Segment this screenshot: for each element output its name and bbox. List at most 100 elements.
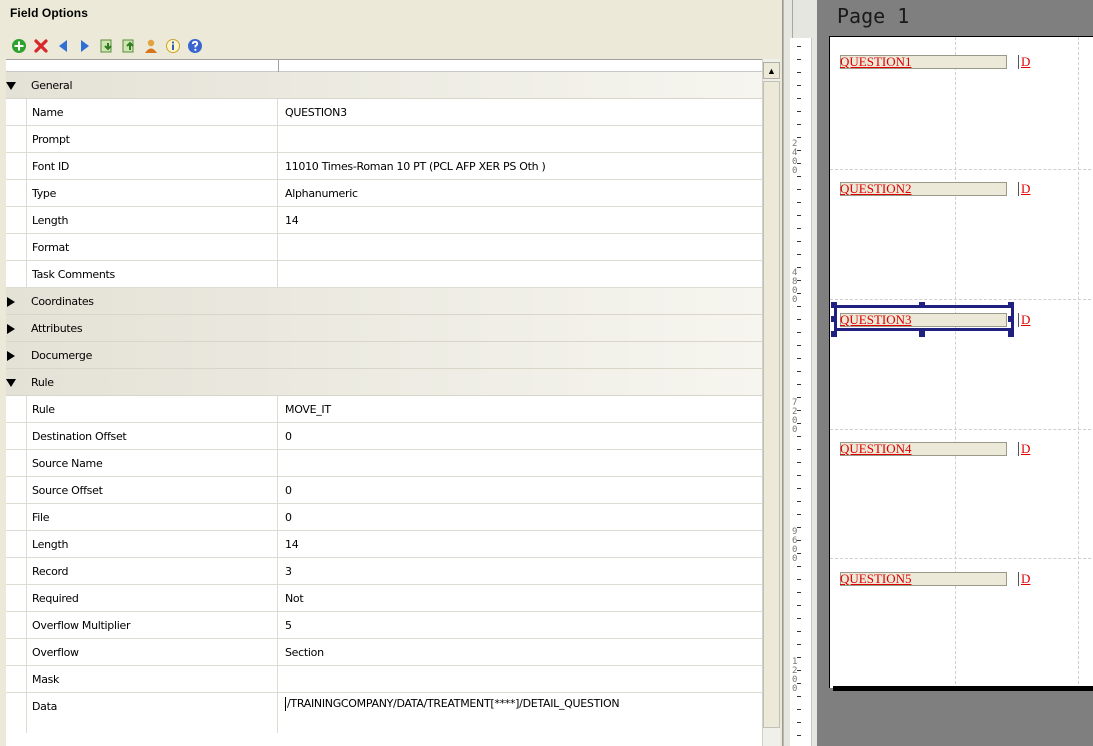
- ruler-tick: [797, 722, 801, 723]
- ruler-tick: [797, 267, 801, 268]
- property-value[interactable]: 3: [278, 558, 762, 585]
- property-value[interactable]: 14: [278, 531, 762, 558]
- property-row[interactable]: Overflow Section: [6, 639, 762, 666]
- property-value[interactable]: [278, 234, 762, 261]
- field-suffix[interactable]: D: [1018, 55, 1030, 69]
- expand-down-icon[interactable]: [6, 81, 16, 91]
- expand-down-icon[interactable]: [6, 378, 16, 388]
- field-label[interactable]: QUESTION5: [840, 572, 912, 586]
- property-row[interactable]: Format: [6, 234, 762, 261]
- property-row[interactable]: Mask: [6, 666, 762, 693]
- property-value[interactable]: 14: [278, 207, 762, 234]
- ruler-tick: [797, 46, 801, 47]
- expand-right-icon[interactable]: [6, 324, 16, 334]
- vertical-scrollbar[interactable]: ▲: [762, 59, 780, 746]
- property-value[interactable]: Section: [278, 639, 762, 666]
- resize-handle[interactable]: [1008, 316, 1014, 322]
- property-row[interactable]: Record 3: [6, 558, 762, 585]
- expand-right-icon[interactable]: [6, 351, 16, 361]
- property-row[interactable]: Destination Offset 0: [6, 423, 762, 450]
- property-row[interactable]: Prompt: [6, 126, 762, 153]
- section-rule[interactable]: Rule: [6, 369, 762, 396]
- field-suffix[interactable]: D: [1018, 442, 1030, 456]
- property-row[interactable]: Name QUESTION3: [6, 99, 762, 126]
- ruler-tick: [797, 215, 801, 216]
- resize-handle[interactable]: [919, 331, 925, 337]
- page-sheet[interactable]: QUESTION1 D QUESTION2 D QUESTION3 D QUES…: [829, 36, 1093, 689]
- field-suffix[interactable]: D: [1018, 313, 1030, 327]
- property-row[interactable]: Source Offset 0: [6, 477, 762, 504]
- field-label[interactable]: QUESTION1: [840, 55, 912, 69]
- property-value[interactable]: Alphanumeric: [278, 180, 762, 207]
- ruler-tick: [797, 306, 801, 307]
- selection-box[interactable]: [834, 305, 1014, 331]
- ruler-tick: [797, 384, 801, 385]
- property-value[interactable]: Not: [278, 585, 762, 612]
- data-path-input[interactable]: /TRAININGCOMPANY/DATA/TREATMENT[****]/DE…: [278, 693, 762, 733]
- property-row[interactable]: Font ID 11010 Times-Roman 10 PT (PCL AFP …: [6, 153, 762, 180]
- field-label[interactable]: QUESTION4: [840, 442, 912, 456]
- ruler-tick: [797, 696, 801, 697]
- resize-handle[interactable]: [831, 331, 837, 337]
- field-suffix[interactable]: D: [1018, 182, 1030, 196]
- property-value[interactable]: MOVE_IT: [278, 396, 762, 423]
- property-value[interactable]: QUESTION3: [278, 99, 762, 126]
- property-row[interactable]: Type Alphanumeric: [6, 180, 762, 207]
- property-name: Name: [26, 99, 278, 126]
- section-attributes[interactable]: Attributes: [6, 315, 762, 342]
- user-icon[interactable]: [142, 37, 160, 55]
- resize-handle[interactable]: [831, 316, 837, 322]
- property-row-data[interactable]: Data /TRAININGCOMPANY/DATA/TREATMENT[***…: [6, 693, 762, 733]
- property-row[interactable]: Source Name: [6, 450, 762, 477]
- move-up-icon[interactable]: [120, 37, 138, 55]
- property-value[interactable]: [278, 261, 762, 288]
- property-value[interactable]: 11010 Times-Roman 10 PT (PCL AFP XER PS …: [278, 153, 762, 180]
- section-general[interactable]: General: [6, 72, 762, 99]
- ruler-tick: [797, 319, 801, 320]
- guide-line: [830, 299, 1093, 300]
- section-documerge[interactable]: Documerge: [6, 342, 762, 369]
- resize-handle[interactable]: [831, 302, 837, 308]
- next-icon[interactable]: [76, 37, 94, 55]
- panel-title: Field Options: [10, 6, 88, 20]
- property-value[interactable]: [278, 666, 762, 693]
- expand-right-icon[interactable]: [6, 297, 16, 307]
- scroll-thumb[interactable]: [763, 81, 780, 728]
- section-label: General: [31, 79, 73, 92]
- previous-icon[interactable]: [54, 37, 72, 55]
- property-name: Font ID: [26, 153, 278, 180]
- property-value[interactable]: 0: [278, 423, 762, 450]
- help-icon[interactable]: [186, 37, 204, 55]
- property-row[interactable]: Required Not: [6, 585, 762, 612]
- resize-handle[interactable]: [919, 302, 925, 308]
- page-canvas[interactable]: Page 1 QUESTION1 D QUESTION2 D QUESTION3…: [817, 0, 1093, 746]
- move-down-icon[interactable]: [98, 37, 116, 55]
- delete-icon[interactable]: [32, 37, 50, 55]
- info-icon[interactable]: [164, 37, 182, 55]
- property-row[interactable]: File 0: [6, 504, 762, 531]
- ruler-tick: [797, 410, 801, 411]
- section-label: Documerge: [31, 349, 93, 362]
- property-row[interactable]: Task Comments: [6, 261, 762, 288]
- scroll-up-button[interactable]: ▲: [763, 62, 780, 79]
- ruler-tick: [797, 189, 801, 190]
- property-value[interactable]: 0: [278, 504, 762, 531]
- property-grid: General Name QUESTION3 Prompt Font ID 1101…: [6, 72, 762, 746]
- property-value[interactable]: [278, 450, 762, 477]
- property-row[interactable]: Overflow Multiplier 5: [6, 612, 762, 639]
- ruler-tick: [797, 735, 801, 736]
- property-value[interactable]: 0: [278, 477, 762, 504]
- resize-handle[interactable]: [1008, 302, 1014, 308]
- field-suffix[interactable]: D: [1018, 572, 1030, 586]
- field-label[interactable]: QUESTION2: [840, 182, 912, 196]
- property-row[interactable]: Length 14: [6, 531, 762, 558]
- add-icon[interactable]: [10, 37, 28, 55]
- section-coordinates[interactable]: Coordinates: [6, 288, 762, 315]
- property-row[interactable]: Length 14: [6, 207, 762, 234]
- property-value[interactable]: [278, 126, 762, 153]
- section-label: Rule: [31, 376, 54, 389]
- property-value[interactable]: 5: [278, 612, 762, 639]
- guide-line: [830, 429, 1093, 430]
- resize-handle[interactable]: [1008, 331, 1014, 337]
- property-row[interactable]: Rule MOVE_IT: [6, 396, 762, 423]
